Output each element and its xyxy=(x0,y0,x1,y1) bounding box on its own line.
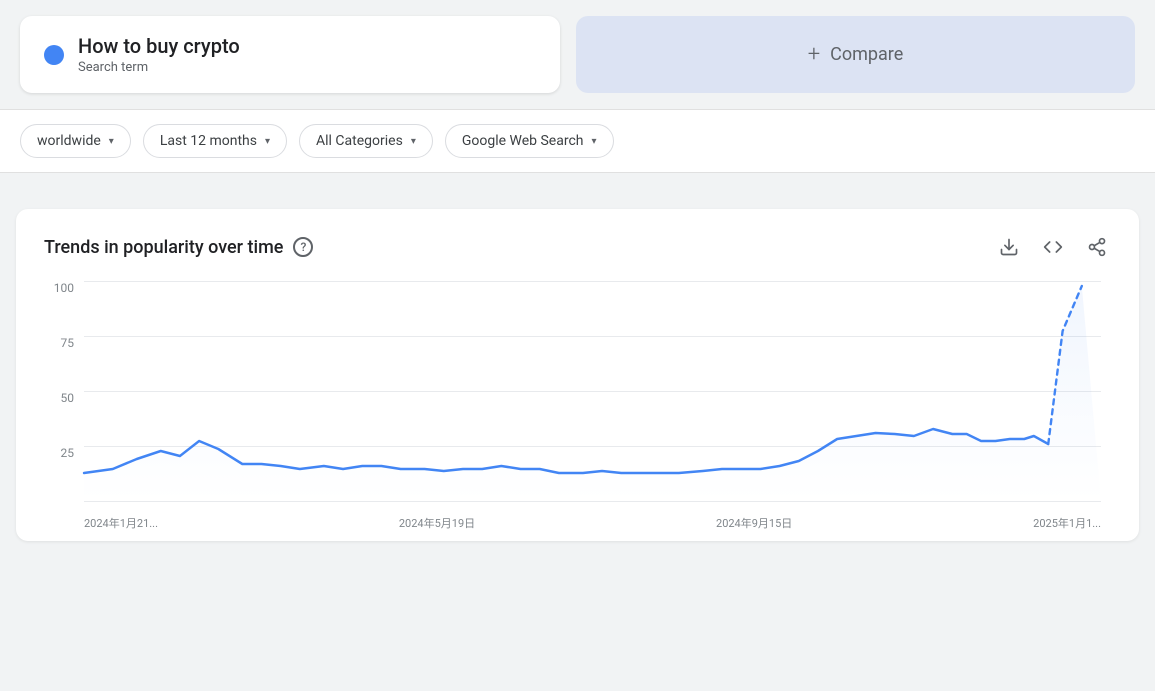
chart-title: Trends in popularity over time xyxy=(44,237,283,258)
chart-plot xyxy=(84,281,1101,501)
top-section: How to buy crypto Search term + Compare xyxy=(0,0,1155,109)
x-axis-labels: 2024年1月21... 2024年5月19日 2024年9月15日 2025年… xyxy=(84,503,1101,531)
chart-actions xyxy=(995,233,1111,261)
help-icon-label: ? xyxy=(301,240,307,254)
filter-googlewebsearch[interactable]: Google Web Search ▾ xyxy=(445,124,614,158)
filter-worldwide-label: worldwide xyxy=(37,133,101,149)
filter-last12months-label: Last 12 months xyxy=(160,133,257,149)
embed-button[interactable] xyxy=(1039,233,1067,261)
trend-line-svg xyxy=(84,281,1101,501)
compare-inner: + Compare xyxy=(808,42,904,67)
chevron-down-icon: ▾ xyxy=(265,136,270,147)
grid-line-0 xyxy=(84,501,1101,502)
download-button[interactable] xyxy=(995,233,1023,261)
compare-card[interactable]: + Compare xyxy=(576,16,1135,93)
filter-last12months[interactable]: Last 12 months ▾ xyxy=(143,124,287,158)
share-button[interactable] xyxy=(1083,233,1111,261)
help-icon[interactable]: ? xyxy=(293,237,313,257)
search-term-title: How to buy crypto xyxy=(78,34,240,58)
search-term-subtitle: Search term xyxy=(78,60,240,75)
y-label-50: 50 xyxy=(44,391,74,405)
compare-plus-icon: + xyxy=(808,42,820,67)
y-label-75: 75 xyxy=(44,336,74,350)
filter-allcategories-label: All Categories xyxy=(316,133,403,149)
search-dot xyxy=(44,45,64,65)
x-label-jan2024: 2024年1月21... xyxy=(84,515,158,531)
filters-bar: worldwide ▾ Last 12 months ▾ All Categor… xyxy=(0,109,1155,173)
filter-worldwide[interactable]: worldwide ▾ xyxy=(20,124,131,158)
spacer xyxy=(0,173,1155,189)
y-axis-labels: 100 75 50 25 xyxy=(44,281,74,531)
chart-title-row: Trends in popularity over time ? xyxy=(44,237,313,258)
filter-googlewebsearch-label: Google Web Search xyxy=(462,133,584,149)
y-label-25: 25 xyxy=(44,446,74,460)
compare-label: Compare xyxy=(830,44,903,65)
y-label-100: 100 xyxy=(44,281,74,295)
x-label-may2024: 2024年5月19日 xyxy=(399,515,475,531)
chevron-down-icon: ▾ xyxy=(109,136,114,147)
chart-header: Trends in popularity over time ? xyxy=(44,233,1111,261)
filter-allcategories[interactable]: All Categories ▾ xyxy=(299,124,433,158)
chart-section: Trends in popularity over time ? xyxy=(16,209,1139,541)
x-label-jan2025: 2025年1月1... xyxy=(1033,515,1101,531)
x-label-sep2024: 2024年9月15日 xyxy=(716,515,792,531)
chevron-down-icon: ▾ xyxy=(591,136,596,147)
search-term-card: How to buy crypto Search term xyxy=(20,16,560,93)
chart-wrapper: 100 75 50 25 xyxy=(44,281,1111,531)
chevron-down-icon: ▾ xyxy=(411,136,416,147)
search-term-text: How to buy crypto Search term xyxy=(78,34,240,75)
